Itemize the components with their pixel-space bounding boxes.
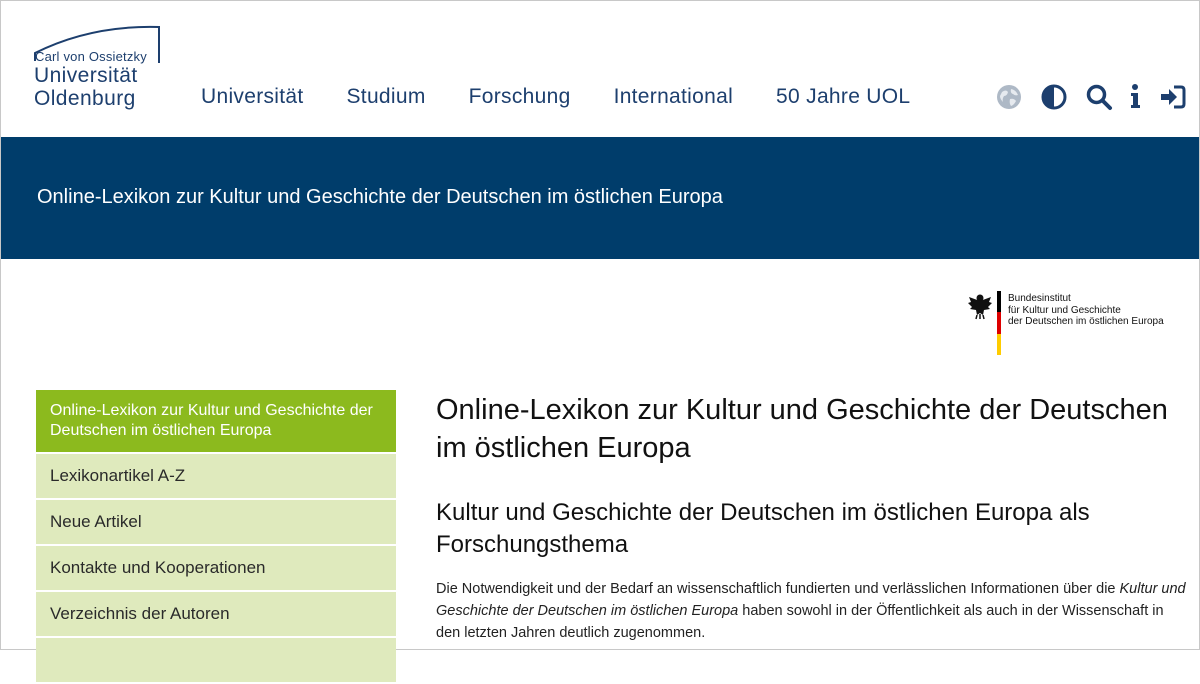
nav-item-studium[interactable]: Studium bbox=[347, 85, 426, 109]
section-heading: Kultur und Geschichte der Deutschen im ö… bbox=[436, 499, 1090, 558]
flag-bars bbox=[997, 291, 1001, 355]
logo-line-3: Oldenburg bbox=[34, 87, 136, 110]
globe-icon[interactable] bbox=[995, 83, 1023, 111]
bki-line-3: der Deutschen im östlichen Europa bbox=[1008, 316, 1164, 327]
sidebar-item-label: Neue Artikel bbox=[50, 512, 142, 531]
sidebar-nav: Online-Lexikon zur Kultur und Geschichte… bbox=[36, 390, 396, 684]
bki-line-1: Bundesinstitut bbox=[1008, 293, 1071, 304]
sidebar-item-online-lexikon[interactable]: Online-Lexikon zur Kultur und Geschichte… bbox=[36, 390, 396, 454]
sidebar-item-label: Lexikonartikel A-Z bbox=[50, 466, 186, 485]
search-icon[interactable] bbox=[1085, 83, 1113, 111]
bki-logo-text: Bundesinstitut für Kultur und Geschichte… bbox=[1008, 293, 1164, 328]
sidebar-item-neue-artikel[interactable]: Neue Artikel bbox=[36, 500, 396, 546]
nav-item-50-jahre-uol[interactable]: 50 Jahre UOL bbox=[776, 85, 910, 109]
nav-item-international[interactable]: International bbox=[614, 85, 733, 109]
nav-item-universitaet[interactable]: Universität bbox=[201, 85, 304, 109]
paragraph-text-1: Die Notwendigkeit und der Bedarf an wiss… bbox=[436, 581, 1120, 597]
contrast-icon[interactable] bbox=[1040, 83, 1068, 111]
logo-line-2: Universität bbox=[34, 64, 138, 87]
sidebar-item-kontakte[interactable]: Kontakte und Kooperationen bbox=[36, 546, 396, 592]
intro-paragraph: Die Notwendigkeit und der Bedarf an wiss… bbox=[436, 578, 1186, 644]
info-icon[interactable] bbox=[1125, 83, 1153, 111]
sidebar-item-label: Online-Lexikon zur Kultur und Geschichte… bbox=[50, 402, 373, 439]
site-header: Carl von Ossietzky Universität Oldenburg… bbox=[1, 1, 1199, 137]
bki-logo[interactable]: Bundesinstitut für Kultur und Geschichte… bbox=[967, 291, 1167, 357]
sidebar-item-label: Kontakte und Kooperationen bbox=[50, 558, 266, 577]
logo-line-1: Carl von Ossietzky bbox=[35, 49, 147, 64]
page-banner: Online-Lexikon zur Kultur und Geschichte… bbox=[1, 137, 1199, 259]
flag-bar-black bbox=[997, 291, 1001, 313]
flag-bar-gold bbox=[997, 333, 1001, 355]
sidebar-item-more[interactable] bbox=[36, 638, 396, 684]
sidebar-item-lexikonartikel[interactable]: Lexikonartikel A-Z bbox=[36, 454, 396, 500]
page-title: Online-Lexikon zur Kultur und Geschichte… bbox=[436, 394, 1168, 464]
login-icon[interactable] bbox=[1158, 83, 1186, 111]
bki-line-2: für Kultur und Geschichte bbox=[1008, 304, 1121, 316]
main-nav: Universität Studium Forschung Internatio… bbox=[201, 85, 953, 109]
university-logo[interactable]: Carl von Ossietzky Universität Oldenburg bbox=[31, 23, 171, 115]
sidebar-item-label: Verzeichnis der Autoren bbox=[50, 604, 230, 623]
nav-item-forschung[interactable]: Forschung bbox=[469, 85, 571, 109]
federal-eagle-icon bbox=[968, 294, 992, 320]
main-content: Online-Lexikon zur Kultur und Geschichte… bbox=[436, 391, 1186, 644]
flag-bar-red bbox=[997, 312, 1001, 334]
sidebar-item-autoren[interactable]: Verzeichnis der Autoren bbox=[36, 592, 396, 638]
banner-title: Online-Lexikon zur Kultur und Geschichte… bbox=[37, 186, 723, 208]
